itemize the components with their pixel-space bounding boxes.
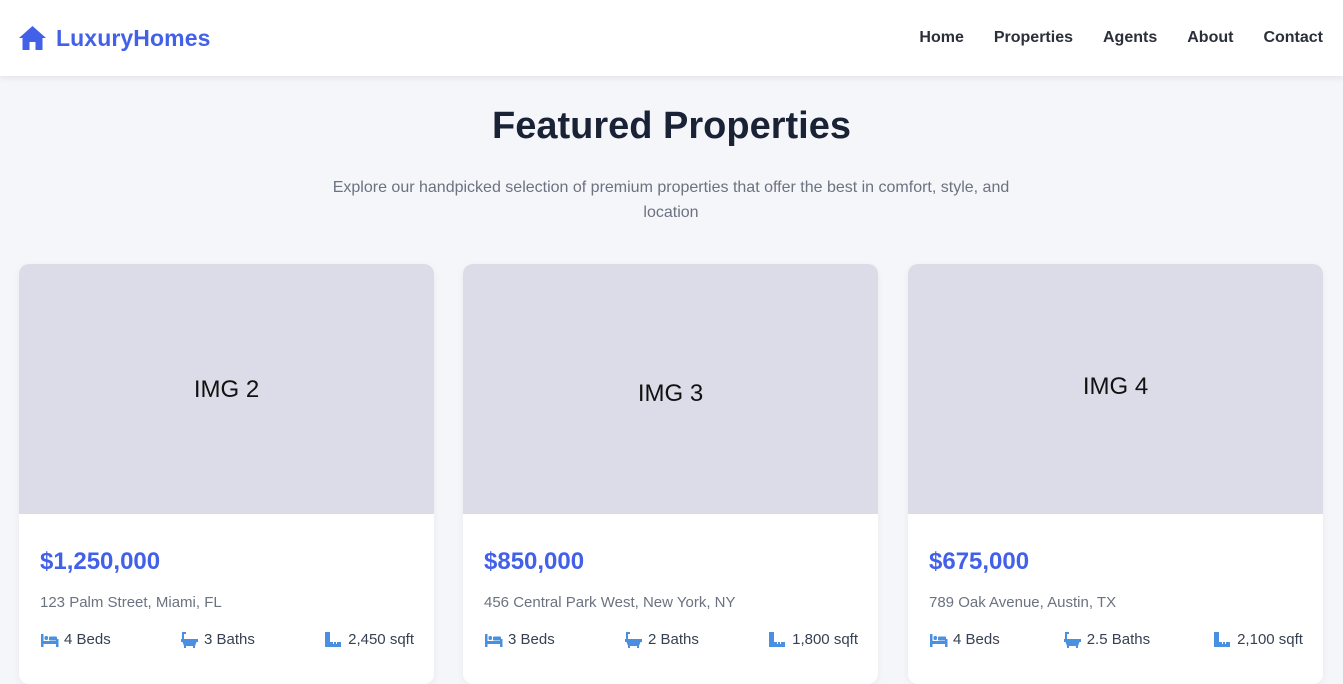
- property-baths: 2 Baths: [624, 631, 699, 648]
- property-features: 4 Beds 2.5 Baths 2,100 sqft: [929, 631, 1303, 648]
- image-placeholder-label: IMG 4: [1082, 372, 1149, 400]
- ruler-icon: [1214, 632, 1231, 647]
- bath-icon: [1063, 632, 1081, 648]
- beds-label: 4 Beds: [953, 631, 1000, 648]
- property-image[interactable]: IMG 2: [19, 264, 434, 514]
- property-card[interactable]: IMG 3 $850,000 456 Central Park West, Ne…: [463, 264, 878, 684]
- property-baths: 3 Baths: [180, 631, 255, 648]
- property-area: 2,450 sqft: [324, 631, 414, 648]
- property-features: 4 Beds 3 Baths 2,450 sqft: [40, 631, 414, 648]
- nav-link-home[interactable]: Home: [919, 29, 963, 47]
- property-price: $850,000: [484, 548, 585, 575]
- property-area: 1,800 sqft: [768, 631, 858, 648]
- house-icon: [19, 26, 46, 50]
- property-address: 123 Palm Street, Miami, FL: [40, 594, 222, 611]
- brand-name: LuxuryHomes: [56, 24, 211, 51]
- baths-label: 2 Baths: [647, 631, 699, 648]
- area-label: 2,100 sqft: [1237, 631, 1303, 648]
- property-baths: 2.5 Baths: [1063, 631, 1150, 648]
- featured-properties-section: Featured Properties Explore our handpick…: [0, 76, 1343, 684]
- property-address: 456 Central Park West, New York, NY: [484, 594, 736, 611]
- main-nav: Home Properties Agents About Contact: [919, 29, 1323, 47]
- nav-link-about[interactable]: About: [1187, 29, 1233, 47]
- property-card[interactable]: IMG 4 $675,000 789 Oak Avenue, Austin, T…: [908, 264, 1323, 684]
- property-card[interactable]: IMG 2 $1,250,000 123 Palm Street, Miami,…: [19, 264, 434, 684]
- property-features: 3 Beds 2 Baths 1,800 sqft: [484, 631, 858, 648]
- brand-logo[interactable]: LuxuryHomes: [18, 25, 210, 52]
- property-image[interactable]: IMG 4: [908, 264, 1323, 514]
- area-label: 1,800 sqft: [792, 631, 858, 648]
- ruler-icon: [769, 632, 786, 647]
- beds-label: 3 Beds: [508, 631, 555, 648]
- property-price: $675,000: [929, 548, 1030, 575]
- property-area: 2,100 sqft: [1213, 631, 1303, 648]
- property-address: 789 Oak Avenue, Austin, TX: [929, 594, 1117, 611]
- baths-label: 3 Baths: [203, 631, 255, 648]
- bed-icon: [930, 634, 948, 647]
- navbar: LuxuryHomes Home Properties Agents About…: [0, 0, 1343, 76]
- image-placeholder-label: IMG 3: [637, 380, 704, 407]
- bath-icon: [180, 632, 198, 648]
- bed-icon: [41, 634, 59, 647]
- property-card-body: $850,000 456 Central Park West, New York…: [463, 514, 878, 648]
- nav-link-agents[interactable]: Agents: [1103, 29, 1157, 47]
- property-beds: 4 Beds: [40, 631, 111, 648]
- section-title: Featured Properties: [492, 105, 851, 147]
- nav-link-properties[interactable]: Properties: [994, 29, 1073, 47]
- property-price: $1,250,000: [40, 548, 161, 575]
- property-beds: 4 Beds: [929, 631, 1000, 648]
- property-beds: 3 Beds: [484, 631, 555, 648]
- image-placeholder-label: IMG 2: [193, 375, 260, 403]
- bed-icon: [485, 634, 503, 647]
- property-card-body: $675,000 789 Oak Avenue, Austin, TX 4 Be…: [908, 514, 1323, 648]
- bath-icon: [624, 632, 642, 648]
- baths-label: 2.5 Baths: [1086, 631, 1151, 648]
- ruler-icon: [325, 632, 342, 647]
- area-label: 2,450 sqft: [348, 631, 414, 648]
- property-image[interactable]: IMG 3: [463, 264, 878, 514]
- section-subtitle: Explore our handpicked selection of prem…: [332, 179, 1010, 221]
- nav-link-contact[interactable]: Contact: [1263, 29, 1323, 47]
- property-card-body: $1,250,000 123 Palm Street, Miami, FL 4 …: [19, 514, 434, 648]
- beds-label: 4 Beds: [64, 631, 111, 648]
